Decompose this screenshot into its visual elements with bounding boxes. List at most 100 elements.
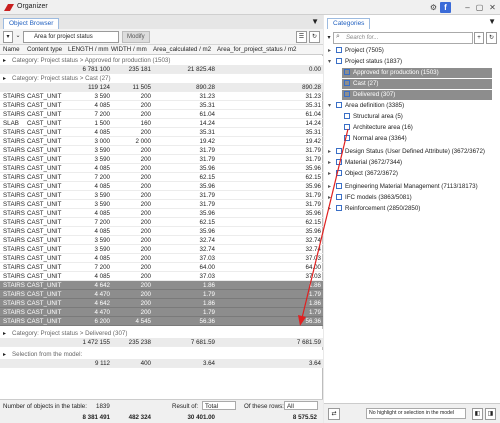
table-row[interactable]: STAIRS CAST_UNIT 4 085 200 37.03 37.03 (0, 272, 323, 281)
col-header-length[interactable]: LENGTH / mm (68, 45, 110, 54)
table-row[interactable]: STAIRS CAST_UNIT 3 590 200 31.79 31.79 (0, 200, 323, 209)
expand-icon[interactable]: ▸ (3, 56, 9, 65)
category-node[interactable]: Material (3672/7344) (336, 158, 402, 168)
table-row[interactable]: STAIRS CAST_UNIT 4 085 200 35.31 35.31 (0, 128, 323, 137)
tab-object-browser[interactable]: Object Browser (3, 18, 60, 29)
table-row[interactable]: STAIRS CAST_UNIT 3 590 200 32.74 32.74 (0, 236, 323, 245)
close-button[interactable]: ✕ (487, 2, 498, 13)
category-node[interactable]: Normal area (3364) (344, 134, 407, 144)
table-row[interactable]: STAIRS CAST_UNIT 4 085 200 35.96 35.96 (0, 209, 323, 218)
category-node[interactable]: Engineering Material Management (7113/18… (336, 182, 478, 192)
add-category-button[interactable]: + (474, 32, 484, 44)
category-node[interactable]: Object (3672/3672) (336, 169, 398, 179)
expand-icon[interactable]: ▸ (328, 159, 331, 166)
facebook-icon[interactable]: f (440, 2, 451, 13)
category-node[interactable]: Reinforcement (2850/2850) (336, 204, 420, 214)
category-node[interactable]: Approved for production (1503) (342, 68, 492, 78)
caret-down-icon[interactable]: ▼ (311, 17, 319, 26)
filter-toggle-icon[interactable]: ▾ (326, 33, 332, 45)
table-row[interactable]: STAIRS CAST_UNIT 3 590 200 31.23 31.23 (0, 92, 323, 101)
table-row[interactable]: STAIRS CAST_UNIT 4 085 200 35.96 35.96 (0, 227, 323, 236)
table-row[interactable]: STAIRS CAST_UNIT 3 590 200 31.79 31.79 (0, 155, 323, 164)
category-node[interactable]: Area definition (3385) (336, 101, 404, 111)
category-node[interactable]: IFC models (3863/5081) (336, 193, 412, 203)
category-row[interactable]: ▸ Category: Project status > Cast (27) (0, 74, 323, 83)
collapse-icon[interactable]: ▾ (328, 102, 331, 109)
caret-down-icon[interactable]: ▼ (488, 17, 496, 26)
table-cell: 35.31 (305, 102, 321, 109)
table-row[interactable]: STAIRS CAST_UNIT 3 000 2 000 19.42 19.42 (0, 137, 323, 146)
table-row[interactable]: STAIRS CAST_UNIT 7 200 200 61.04 61.04 (0, 110, 323, 119)
table-row[interactable]: STAIRS CAST_UNIT 4 085 200 35.31 35.31 (0, 101, 323, 110)
table-cell: 200 (140, 102, 151, 109)
category-node[interactable]: Structural area (5) (344, 112, 403, 122)
table-row[interactable]: STAIRS CAST_UNIT 3 590 200 31.79 31.79 (0, 146, 323, 155)
table-row[interactable]: STAIRS CAST_UNIT 4 085 200 35.96 35.96 (0, 182, 323, 191)
refresh-categories-icon[interactable]: ↻ (486, 32, 497, 44)
table-row[interactable]: STAIRS CAST_UNIT 3 590 200 31.79 31.79 (0, 191, 323, 200)
table-cell: 6 200 (94, 318, 110, 325)
category-row[interactable]: ▸ Selection from the model: (0, 350, 323, 359)
table-cell: 35.96 (199, 165, 215, 172)
expand-icon[interactable]: ▸ (328, 148, 331, 155)
maximize-button[interactable]: ▢ (474, 2, 485, 13)
expand-icon[interactable]: ▸ (3, 350, 9, 359)
category-node[interactable]: Design Status (User Defined Attribute) (… (336, 147, 485, 157)
expand-icon[interactable]: ▸ (328, 47, 331, 54)
minimize-button[interactable]: – (462, 2, 473, 13)
category-sum-row[interactable]: 1 472 155 235 238 7 681.59 7 681.59 (0, 338, 323, 347)
category-row[interactable]: ▸ Category: Project status > Approved for… (0, 56, 323, 65)
col-header-content-type[interactable]: Content type (27, 45, 67, 54)
table-cell: 31.79 (199, 192, 215, 199)
highlight-icon[interactable]: ◨ (485, 408, 496, 420)
select-in-model-icon[interactable]: ◧ (472, 408, 483, 420)
selected-table-row[interactable]: STAIRS CAST_UNIT 4 470 200 1.79 1.79 (0, 308, 323, 317)
table-row[interactable]: STAIRS CAST_UNIT 7 200 200 62.15 62.15 (0, 218, 323, 227)
category-node[interactable]: Project status (1837) (336, 57, 402, 67)
selected-table-row[interactable]: STAIRS CAST_UNIT 4 642 200 1.86 1.86 (0, 281, 323, 290)
selected-table-row[interactable]: STAIRS CAST_UNIT 6 200 4 545 56.36 56.36 (0, 317, 323, 326)
selected-table-row[interactable]: STAIRS CAST_UNIT 4 642 200 1.86 1.86 (0, 299, 323, 308)
col-header-area-project-status[interactable]: Area_for_project_status / m2 (217, 45, 321, 54)
category-node[interactable]: Architecture area (16) (344, 123, 413, 133)
category-node[interactable]: Project (7505) (336, 46, 384, 56)
of-rows-select[interactable]: All (284, 401, 318, 410)
expand-icon[interactable]: ▸ (328, 183, 331, 190)
tab-categories[interactable]: Categories (327, 18, 371, 29)
selected-table-row[interactable]: STAIRS CAST_UNIT 4 470 200 1.79 1.79 (0, 290, 323, 299)
modify-button[interactable]: Modify (122, 31, 150, 43)
expand-icon[interactable]: ▸ (328, 170, 331, 177)
col-header-name[interactable]: Name (3, 45, 25, 54)
refresh-icon[interactable]: ↻ (309, 31, 320, 43)
result-of-select[interactable]: Total (202, 401, 236, 410)
col-header-area-calculated[interactable]: Area_calculated / m2 (153, 45, 215, 54)
expand-icon[interactable]: ▸ (328, 205, 331, 212)
menu-icon[interactable]: ☰ (296, 31, 307, 43)
property-dropdown[interactable]: Area for project status (23, 31, 119, 43)
expand-icon[interactable]: ▸ (3, 329, 9, 338)
table-cell: 32.74 (305, 237, 321, 244)
category-sum-row[interactable]: 119 124 11 505 890.28 890.28 (0, 83, 323, 92)
table-row[interactable]: STAIRS CAST_UNIT 4 085 200 35.96 35.96 (0, 164, 323, 173)
collapse-icon[interactable]: ▾ (328, 58, 331, 65)
category-row[interactable]: ▸ Category: Project status > Delivered (3… (0, 329, 323, 338)
gear-icon[interactable]: ⚙ (428, 2, 439, 13)
category-sum-row[interactable]: 9 112 400 3.64 3.64 (0, 359, 323, 368)
category-search-input[interactable]: Search for... (333, 32, 473, 44)
table-row[interactable]: STAIRS CAST_UNIT 4 085 200 37.03 37.03 (0, 254, 323, 263)
chevron-down-icon[interactable]: ⌄ (14, 31, 22, 43)
category-node[interactable]: Delivered (307) (342, 90, 492, 100)
category-sum-row[interactable]: 6 781 100 235 181 21 825.48 0.00 (0, 65, 323, 74)
table-row[interactable]: STAIRS CAST_UNIT 7 200 200 62.15 62.15 (0, 173, 323, 182)
sync-icon[interactable]: ⇄ (328, 408, 340, 420)
category-icon (336, 170, 342, 176)
filter-icon[interactable]: ▾ (3, 31, 13, 43)
table-row[interactable]: SLAB CAST_UNIT 1 500 160 14.24 14.24 (0, 119, 323, 128)
expand-icon[interactable]: ▸ (328, 194, 331, 201)
highlight-mode-select[interactable]: No highlight or selection in the model (366, 408, 466, 419)
table-row[interactable]: STAIRS CAST_UNIT 7 200 200 64.00 64.00 (0, 263, 323, 272)
table-row[interactable]: STAIRS CAST_UNIT 3 590 200 32.74 32.74 (0, 245, 323, 254)
category-node[interactable]: Cast (27) (342, 79, 492, 89)
col-header-width[interactable]: WIDTH / mm (111, 45, 151, 54)
expand-icon[interactable]: ▸ (3, 74, 9, 83)
